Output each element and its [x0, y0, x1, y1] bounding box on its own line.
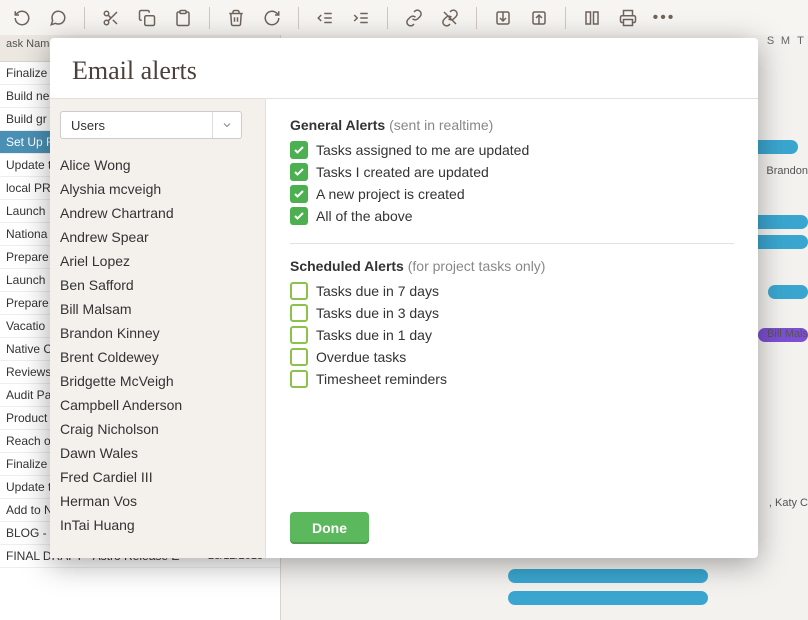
dialog-sidebar: Users Alice WongAlyshia mcveighAndrew Ch…	[50, 99, 266, 558]
option-label: Timesheet reminders	[316, 371, 447, 387]
assignee-label: Brandon	[766, 165, 808, 177]
done-button[interactable]: Done	[290, 512, 369, 544]
user-item[interactable]: Bill Malsam	[60, 297, 265, 321]
undo-icon[interactable]	[10, 6, 34, 30]
checkbox-icon	[290, 282, 308, 300]
option-label: All of the above	[316, 208, 413, 224]
alert-option[interactable]: A new project is created	[290, 183, 734, 205]
email-alerts-dialog: Email alerts Users Alice WongAlyshia mcv…	[50, 38, 758, 558]
assignee-label: Bill Mals	[767, 328, 808, 340]
option-label: Tasks assigned to me are updated	[316, 142, 529, 158]
alert-option[interactable]: Tasks due in 7 days	[290, 280, 734, 302]
comment-icon[interactable]	[46, 6, 70, 30]
cut-icon[interactable]	[99, 6, 123, 30]
alert-option[interactable]: Overdue tasks	[290, 346, 734, 368]
day-header: S	[763, 35, 778, 55]
checkbox-icon	[290, 163, 308, 181]
checkbox-icon	[290, 370, 308, 388]
copy-icon[interactable]	[135, 6, 159, 30]
link-icon[interactable]	[402, 6, 426, 30]
unlink-icon[interactable]	[438, 6, 462, 30]
checkbox-icon	[290, 185, 308, 203]
columns-icon[interactable]	[580, 6, 604, 30]
checkbox-icon	[290, 141, 308, 159]
user-item[interactable]: Craig Nicholson	[60, 417, 265, 441]
user-item[interactable]: Brent Coldewey	[60, 345, 265, 369]
user-item[interactable]: Campbell Anderson	[60, 393, 265, 417]
day-header: T	[793, 35, 808, 55]
user-item[interactable]: InTai Huang	[60, 513, 265, 537]
scheduled-alerts-heading: Scheduled Alerts (for project tasks only…	[290, 258, 734, 274]
option-label: Tasks due in 1 day	[316, 327, 432, 343]
general-alerts-heading: General Alerts (sent in realtime)	[290, 117, 734, 133]
redo-arrow-icon[interactable]	[260, 6, 284, 30]
user-item[interactable]: Brandon Kinney	[60, 321, 265, 345]
indent-icon[interactable]	[349, 6, 373, 30]
option-label: Tasks I created are updated	[316, 164, 489, 180]
more-icon[interactable]: •••	[652, 6, 676, 30]
user-item[interactable]: Andrew Spear	[60, 225, 265, 249]
alert-option[interactable]: Timesheet reminders	[290, 368, 734, 390]
dropdown-value: Users	[61, 118, 105, 133]
checkbox-icon	[290, 348, 308, 366]
checkbox-icon	[290, 304, 308, 322]
user-item[interactable]: Ariel Lopez	[60, 249, 265, 273]
assignee-label: , Katy C	[769, 497, 808, 509]
import-icon[interactable]	[491, 6, 515, 30]
export-icon[interactable]	[527, 6, 551, 30]
divider	[290, 243, 734, 244]
trash-icon[interactable]	[224, 6, 248, 30]
alert-option[interactable]: Tasks I created are updated	[290, 161, 734, 183]
option-label: Overdue tasks	[316, 349, 406, 365]
dialog-title: Email alerts	[50, 38, 758, 98]
paste-icon[interactable]	[171, 6, 195, 30]
user-item[interactable]: Dawn Wales	[60, 441, 265, 465]
day-header: M	[778, 35, 793, 55]
user-item[interactable]: Andrew Chartrand	[60, 201, 265, 225]
alert-option[interactable]: All of the above	[290, 205, 734, 227]
app-toolbar: •••	[0, 0, 808, 36]
user-item[interactable]: Fred Cardiel III	[60, 465, 265, 489]
user-item[interactable]: Alice Wong	[60, 153, 265, 177]
option-label: Tasks due in 7 days	[316, 283, 439, 299]
user-item[interactable]: Alyshia mcveigh	[60, 177, 265, 201]
dialog-content: General Alerts (sent in realtime) Tasks …	[266, 99, 758, 558]
checkbox-icon	[290, 326, 308, 344]
chevron-down-icon	[212, 112, 241, 138]
alert-option[interactable]: Tasks due in 3 days	[290, 302, 734, 324]
option-label: A new project is created	[316, 186, 465, 202]
option-label: Tasks due in 3 days	[316, 305, 439, 321]
checkbox-icon	[290, 207, 308, 225]
user-item[interactable]: Ben Safford	[60, 273, 265, 297]
alert-option[interactable]: Tasks assigned to me are updated	[290, 139, 734, 161]
print-icon[interactable]	[616, 6, 640, 30]
user-item[interactable]: Bridgette McVeigh	[60, 369, 265, 393]
outdent-icon[interactable]	[313, 6, 337, 30]
user-item[interactable]: Herman Vos	[60, 489, 265, 513]
alert-option[interactable]: Tasks due in 1 day	[290, 324, 734, 346]
users-dropdown[interactable]: Users	[60, 111, 242, 139]
